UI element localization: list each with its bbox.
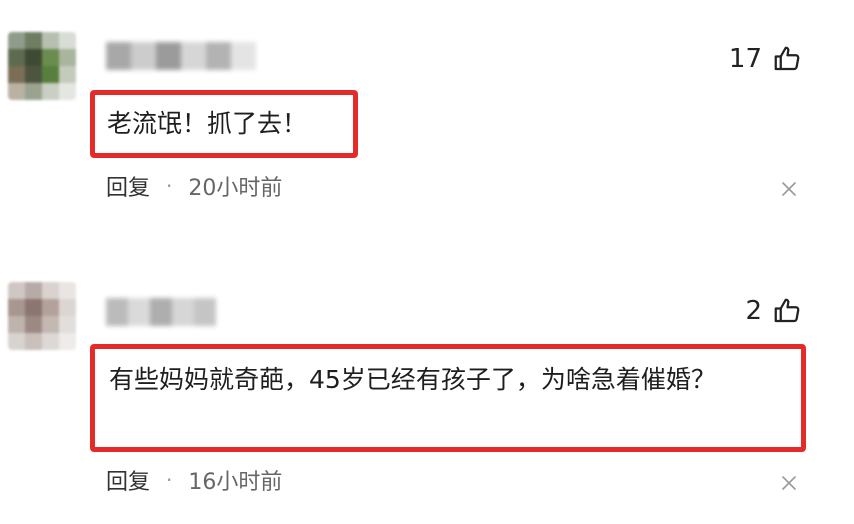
close-icon[interactable] [782, 476, 796, 490]
comment-meta: 回复 · 20小时前 [106, 170, 282, 202]
comment-meta: 回复 · 16小时前 [106, 464, 282, 496]
like-group[interactable]: 2 [745, 296, 802, 326]
reply-button[interactable]: 回复 [106, 170, 150, 202]
avatar[interactable] [8, 282, 76, 350]
timestamp: 16小时前 [188, 470, 283, 495]
thumbs-up-icon[interactable] [772, 44, 802, 74]
meta-separator: · [166, 468, 173, 492]
comment-item: 17 老流氓！抓了去！ 回复 · 20小时前 [0, 0, 854, 262]
like-count: 17 [728, 44, 762, 74]
reply-button[interactable]: 回复 [106, 464, 150, 496]
comment-item: 2 有些妈妈就奇葩，45岁已经有孩子了，为啥急着催婚？ 回复 · 16小时前 [0, 262, 854, 524]
username-blurred[interactable] [106, 298, 216, 326]
comment-text-highlighted: 有些妈妈就奇葩，45岁已经有孩子了，为啥急着催婚？ [90, 344, 806, 452]
username-blurred[interactable] [106, 42, 256, 70]
comment-text-highlighted: 老流氓！抓了去！ [90, 90, 358, 158]
like-count: 2 [745, 296, 762, 326]
avatar[interactable] [8, 32, 76, 100]
meta-separator: · [166, 174, 173, 198]
like-group[interactable]: 17 [729, 44, 802, 74]
timestamp: 20小时前 [188, 176, 283, 201]
close-icon[interactable] [782, 182, 796, 196]
thumbs-up-icon[interactable] [772, 296, 802, 326]
